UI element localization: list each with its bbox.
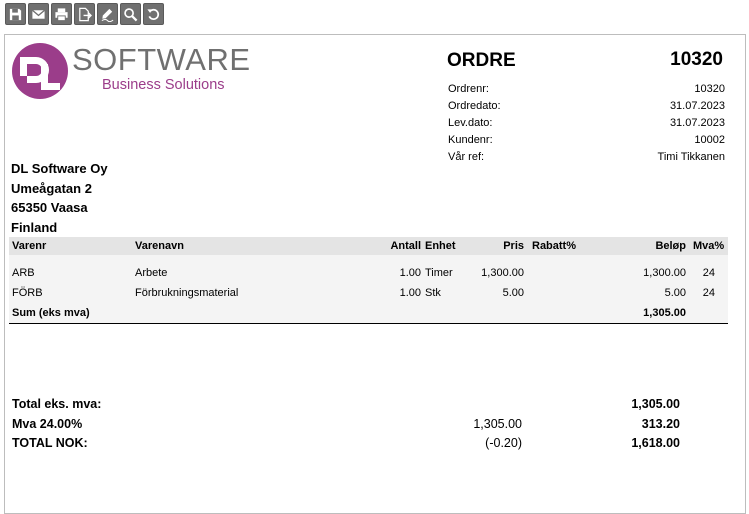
- cell-varenr: ARB: [12, 267, 35, 279]
- sign-icon: [101, 8, 114, 22]
- col-varenavn-header: Varenavn: [135, 240, 184, 252]
- customer-address: DL Software Oy Umeågatan 2 65350 Vaasa F…: [11, 159, 108, 237]
- col-varenr-header: Varenr: [12, 240, 47, 252]
- col-enhet-header: Enhet: [425, 240, 456, 252]
- meta-label: Lev.dato:: [448, 117, 493, 129]
- col-belop-header: Beløp: [655, 240, 686, 252]
- email-icon: [31, 9, 46, 19]
- document-number: 10320: [670, 49, 723, 70]
- meta-row: Vår ref: Timi Tikkanen: [448, 149, 725, 166]
- cell-pris: 1,300.00: [481, 267, 524, 279]
- sum-label: Sum (eks mva): [12, 307, 90, 319]
- meta-row: Kundenr: 10002: [448, 132, 725, 149]
- zoom-icon: [124, 7, 138, 21]
- sign-button[interactable]: [97, 3, 118, 25]
- company-logo: [12, 43, 68, 99]
- total-ex-vat-value: 1,305.00: [631, 397, 680, 411]
- order-document: SOFTWARE Business Solutions ORDRE 10320 …: [4, 34, 746, 514]
- vat-value: 313.20: [641, 416, 680, 431]
- cell-mva: 24: [702, 287, 715, 299]
- grand-total-value: 1,618.00: [631, 436, 680, 450]
- col-pris-header: Pris: [503, 240, 524, 252]
- table-header: Varenr Varenavn Antall Enhet Pris Rabatt…: [9, 237, 728, 255]
- vat-row: Mva 24.00% 1,305.00 313.20: [12, 415, 680, 435]
- address-line: Umeågatan 2: [11, 180, 92, 196]
- brand-name: SOFTWARE: [72, 42, 251, 77]
- brand-subtitle: Business Solutions: [102, 77, 225, 93]
- meta-row: Lev.dato: 31.07.2023: [448, 115, 725, 132]
- zoom-button[interactable]: [120, 3, 141, 25]
- cell-mva: 24: [702, 267, 715, 279]
- vat-base: 1,305.00: [473, 416, 522, 431]
- order-lines-table: Varenr Varenavn Antall Enhet Pris Rabatt…: [9, 237, 728, 324]
- vat-label: Mva 24.00%: [12, 416, 83, 431]
- table-sum-row: Sum (eks mva) 1,305.00: [9, 303, 728, 324]
- cell-belop: 1,300.00: [643, 267, 686, 279]
- refresh-icon: [147, 8, 160, 20]
- address-line: Finland: [11, 219, 58, 235]
- refresh-button[interactable]: [143, 3, 164, 25]
- email-button[interactable]: [28, 3, 49, 25]
- cell-rabatt: [524, 263, 604, 283]
- meta-value: 10002: [694, 134, 725, 146]
- grand-total-row: TOTAL NOK: (-0.20) 1,618.00: [12, 434, 680, 454]
- cell-varenavn: Förbrukningsmaterial: [135, 287, 239, 299]
- save-button[interactable]: [5, 3, 26, 25]
- grand-total-label: TOTAL NOK:: [12, 436, 88, 450]
- cell-pris: 5.00: [502, 287, 524, 299]
- document-title: ORDRE: [447, 50, 516, 71]
- col-rabatt-header: Rabatt%: [532, 240, 577, 252]
- meta-value: 31.07.2023: [669, 117, 725, 129]
- address-line: 65350 Vaasa: [11, 200, 88, 215]
- export-icon: [79, 7, 92, 21]
- sum-spacer: [421, 303, 524, 323]
- rounding-value: (-0.20): [485, 436, 522, 450]
- meta-value: 31.07.2023: [669, 100, 725, 112]
- print-icon: [55, 7, 68, 21]
- total-ex-vat-row: Total eks. mva: 1,305.00: [12, 395, 680, 415]
- table-spacer: [9, 255, 728, 263]
- cell-varenavn: Arbete: [135, 267, 168, 279]
- report-toolbar: [5, 3, 164, 27]
- table-row: FÖRB Förbrukningsmaterial 1.00 Stk 5.00 …: [9, 283, 728, 303]
- meta-label: Ordrenr:: [448, 83, 489, 95]
- meta-label: Ordredato:: [448, 100, 501, 112]
- cell-enhet: Stk: [425, 287, 441, 299]
- col-antall-header: Antall: [390, 240, 421, 252]
- address-line: DL Software Oy: [11, 161, 108, 176]
- table-row: ARB Arbete 1.00 Timer 1,300.00 1,300.00 …: [9, 263, 728, 283]
- cell-rabatt: [524, 283, 604, 303]
- cell-varenr: FÖRB: [12, 287, 43, 299]
- meta-label: Vår ref:: [448, 151, 485, 163]
- print-button[interactable]: [51, 3, 72, 25]
- cell-belop: 5.00: [664, 287, 686, 299]
- meta-label: Kundenr:: [448, 134, 493, 146]
- meta-value: Timi Tikkanen: [657, 151, 725, 163]
- total-ex-vat-label: Total eks. mva:: [12, 397, 102, 411]
- cell-antall: 1.00: [399, 267, 421, 279]
- meta-row: Ordredato: 31.07.2023: [448, 98, 725, 115]
- col-mva-header: Mva%: [693, 240, 725, 252]
- totals-section: Total eks. mva: 1,305.00 Mva 24.00% 1,30…: [12, 395, 680, 454]
- save-icon: [9, 8, 22, 20]
- meta-value: 10320: [694, 83, 725, 95]
- order-meta: Ordrenr: 10320 Ordredato: 31.07.2023 Lev.d…: [448, 81, 725, 166]
- export-button[interactable]: [74, 3, 95, 25]
- cell-enhet: Timer: [425, 267, 453, 279]
- meta-row: Ordrenr: 10320: [448, 81, 725, 98]
- sum-value: 1,305.00: [643, 307, 686, 319]
- cell-antall: 1.00: [399, 287, 421, 299]
